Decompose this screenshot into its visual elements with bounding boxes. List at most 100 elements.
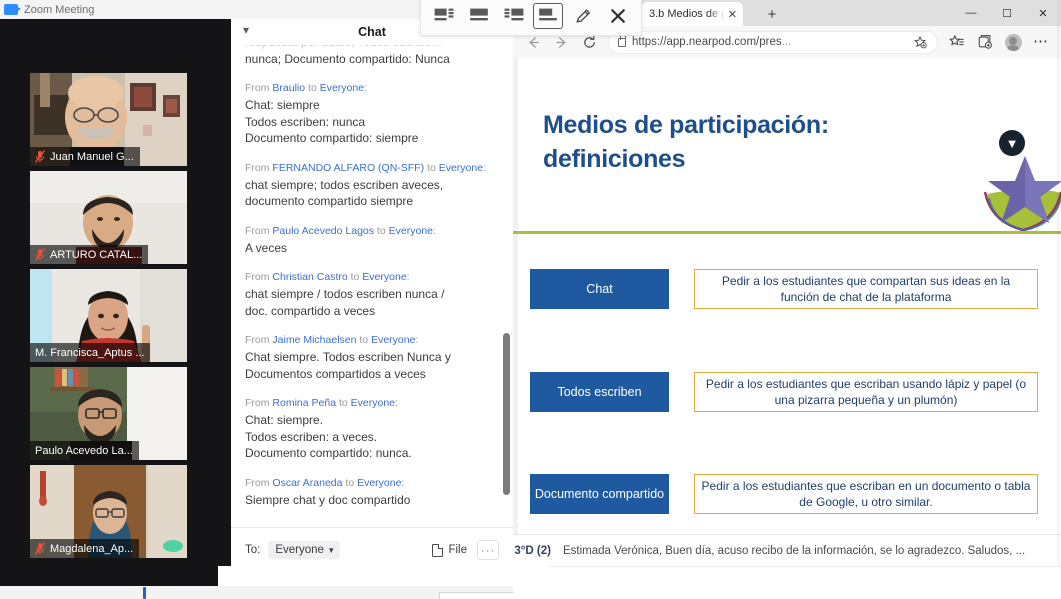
address-bar[interactable]: https://app.nearpod.com/pres...	[608, 31, 938, 54]
stop-share-button[interactable]	[603, 3, 633, 29]
chat-message-sender: From Christian Castro to Everyone:	[245, 269, 499, 285]
chat-scrollbar[interactable]	[503, 45, 510, 512]
participant-tile-arturo[interactable]: ARTURO CATAL...	[30, 171, 187, 264]
plus-icon: +	[768, 6, 777, 23]
participant-name-label: M. Francisca_Aptus ...	[35, 347, 144, 359]
participant-tile-juan-manuel[interactable]: Juan Manuel G...	[30, 73, 187, 166]
chat-sender-name: Christian Castro	[272, 271, 347, 283]
layout-full-screen-button[interactable]	[464, 3, 494, 29]
annotate-button[interactable]	[568, 3, 598, 29]
nearpod-slide: Medios de participación: definiciones ▼ …	[513, 58, 1061, 535]
arrow-left-icon	[526, 35, 541, 50]
layout-speaker-right-button[interactable]	[429, 3, 459, 29]
zoom-window-title: Zoom Meeting	[24, 4, 94, 16]
slide-chip-label: Documento compartido	[530, 474, 669, 514]
layout-side-by-side-button[interactable]	[533, 3, 563, 29]
chat-sender-name: Paulo Acevedo Lagos	[272, 225, 374, 237]
chat-message-list[interactable]: respuesta por audio; Todos escriben: nun…	[231, 45, 513, 512]
chat-recipient-name: Everyone	[357, 477, 401, 489]
zoom-video-filmstrip: Juan Manuel G...	[0, 19, 231, 586]
participant-namebar-francisca: M. Francisca_Aptus ...	[30, 343, 150, 362]
new-tab-button[interactable]: +	[761, 4, 783, 24]
chevron-down-icon: ▾	[329, 545, 334, 556]
chat-recipient-select[interactable]: Everyone ▾	[268, 541, 340, 559]
star-add-icon	[913, 35, 927, 49]
chat-scrollbar-thumb[interactable]	[503, 333, 510, 495]
chat-recipient-name: Everyone	[389, 225, 433, 237]
microphone-muted-icon	[35, 542, 45, 555]
chat-recipient-name: Everyone	[320, 82, 364, 94]
collections-icon	[977, 34, 993, 50]
close-icon	[610, 8, 626, 24]
chat-message-sender: From Jaime Michaelsen to Everyone:	[245, 332, 499, 348]
slide-row-documento-compartido: Documento compartido Pedir a los estudia…	[513, 474, 1061, 514]
layout-speaker-left-button[interactable]	[499, 3, 529, 29]
chat-sender-name: Braulio	[272, 82, 305, 94]
chat-message: From Jaime Michaelsen to Everyone: Chat …	[245, 332, 499, 382]
chat-message: From FERNANDO ALFARO (QN-SFF) to Everyon…	[245, 160, 499, 210]
slide-description: Pedir a los estudiantes que compartan su…	[694, 269, 1038, 309]
chat-sender-name: Oscar Araneda	[272, 477, 342, 489]
chevron-down-icon[interactable]: ▾	[243, 25, 254, 36]
slide-title: Medios de participación: definiciones	[543, 108, 903, 176]
participant-tile-francisca[interactable]: M. Francisca_Aptus ...	[30, 269, 187, 362]
chat-panel-title: Chat	[358, 25, 386, 39]
account-avatar-icon	[1005, 34, 1022, 51]
zoom-logo-icon	[4, 4, 18, 15]
favorites-bar-button[interactable]	[943, 29, 971, 55]
chat-file-button[interactable]: File	[432, 544, 467, 557]
screen-root: Zoom Meeting	[0, 0, 1061, 599]
nearpod-collapse-button[interactable]: ▼	[999, 130, 1025, 156]
chat-message-sender: From Paulo Acevedo Lagos to Everyone:	[245, 223, 499, 239]
taskbar-active-indicator[interactable]	[143, 587, 146, 599]
participant-namebar-magdalena: Magdalena_Ap...	[30, 539, 139, 558]
add-favorite-button[interactable]	[910, 32, 930, 52]
layout-speaker-right-icon	[434, 8, 454, 23]
notification-bottom-divider	[513, 566, 1061, 567]
microphone-muted-icon	[35, 248, 45, 261]
zoom-chat-panel: ▾ Chat respuesta por audio; Todos escrib…	[231, 19, 513, 586]
window-controls: — ☐ ✕	[953, 0, 1061, 26]
chat-message-sender: From Braulio to Everyone:	[245, 80, 499, 96]
slide-bottom-divider	[513, 534, 1061, 535]
pencil-icon	[574, 7, 592, 25]
close-window-button[interactable]: ✕	[1025, 0, 1061, 26]
participant-tile-paulo[interactable]: Paulo Acevedo La...	[30, 367, 187, 460]
notification-breadcrumb: o. 3°D (2)	[513, 545, 551, 557]
profile-button[interactable]	[999, 29, 1027, 55]
chat-file-label: File	[448, 544, 467, 556]
notification-bar[interactable]: o. 3°D (2) Estimada Verónica, Buen día, …	[513, 536, 1061, 566]
chat-message-body: Chat siempre. Todos escriben Nunca y Doc…	[245, 349, 499, 382]
maximize-icon: ☐	[1002, 7, 1012, 20]
microphone-muted-icon	[35, 150, 45, 163]
chat-recipient-name: Everyone	[351, 397, 395, 409]
chat-message-sender: From FERNANDO ALFARO (QN-SFF) to Everyon…	[245, 160, 499, 176]
chat-recipient-name: Everyone	[439, 162, 483, 174]
chat-sender-name: Jaime Michaelsen	[272, 334, 356, 346]
participant-namebar-arturo: ARTURO CATAL...	[30, 245, 148, 264]
minimize-button[interactable]: —	[953, 0, 989, 26]
chat-recipient-value: Everyone	[275, 544, 324, 556]
slide-row-chat: Chat Pedir a los estudiantes que compart…	[513, 269, 1061, 309]
chat-recipient-name: Everyone	[362, 271, 406, 283]
participant-name-label: Juan Manuel G...	[50, 151, 134, 163]
slide-row-todos-escriben: Todos escriben Pedir a los estudiantes q…	[513, 372, 1061, 412]
file-icon	[432, 544, 443, 557]
minimize-icon: —	[966, 7, 977, 19]
window-bottom-filler	[218, 566, 548, 586]
participant-name-label: Magdalena_Ap...	[50, 543, 133, 555]
participant-tile-magdalena[interactable]: Magdalena_Ap...	[30, 465, 187, 558]
chat-message-body: Chat: siempre. Todos escriben: a veces. …	[245, 412, 499, 462]
chat-more-options-button[interactable]: ···	[477, 540, 499, 560]
collections-button[interactable]	[971, 29, 999, 55]
arrow-right-icon	[554, 35, 569, 50]
browser-tab-nearpod[interactable]: 3.b Medios de par ✕	[641, 2, 743, 26]
chat-message: From Braulio to Everyone: Chat: siempre …	[245, 80, 499, 147]
slide-chip-label: Todos escriben	[530, 372, 669, 412]
maximize-button[interactable]: ☐	[989, 0, 1025, 26]
browser-settings-button[interactable]: ⋯	[1027, 29, 1055, 55]
participant-name-label: Paulo Acevedo La...	[35, 445, 133, 457]
chat-message-body: Chat: siempre Todos escriben: nunca Docu…	[245, 97, 499, 147]
edge-browser-window: 3.b Medios de par ✕ + — ☐ ✕	[513, 0, 1061, 599]
close-icon[interactable]: ✕	[728, 8, 737, 21]
